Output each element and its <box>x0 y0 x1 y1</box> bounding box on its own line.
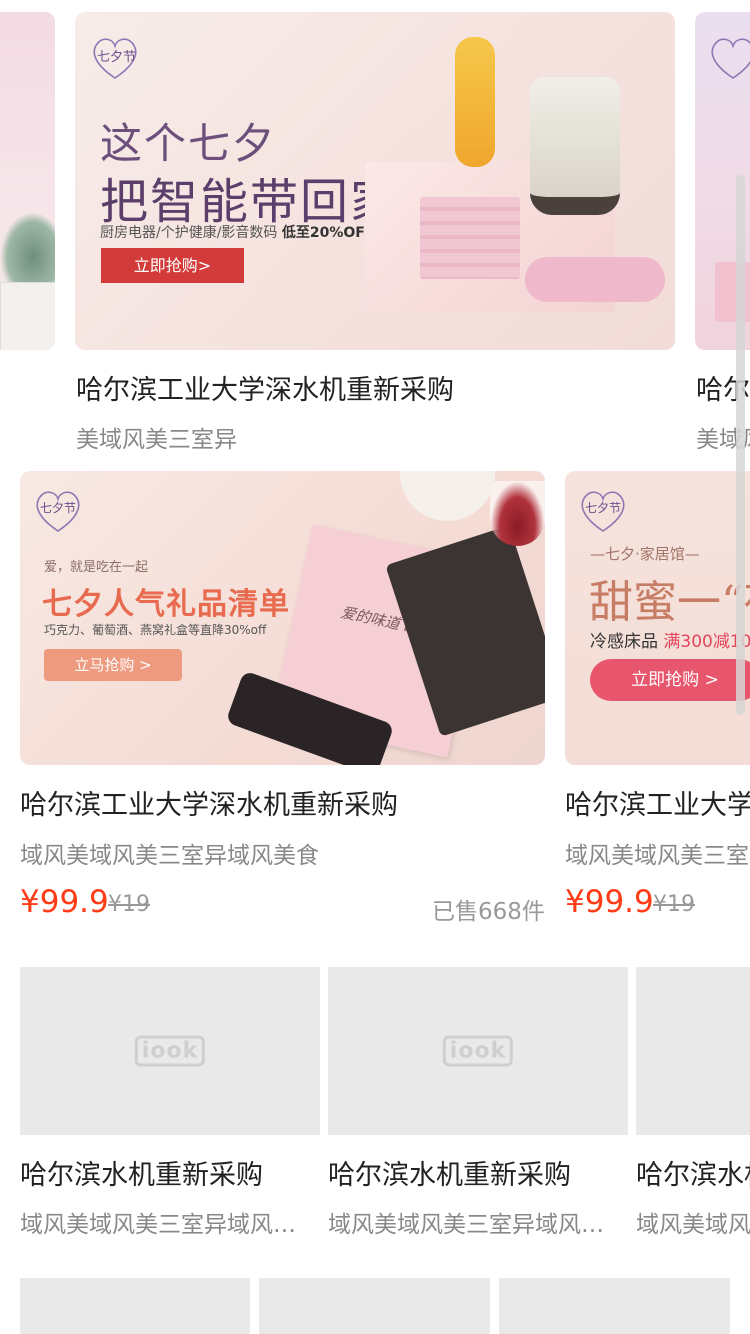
product-price: ¥99.9 <box>20 884 109 920</box>
product-image-placeholder[interactable]: iook <box>328 967 628 1135</box>
product-card-partial-left-image[interactable] <box>0 12 55 350</box>
product-subtitle: 美域风美三室异 <box>76 427 237 453</box>
kettle-decoration <box>530 77 620 215</box>
qixi-gift-list-banner[interactable]: 七夕节 爱，就是吃在一起 七夕人气礼品清单 巧克力、葡萄酒、燕窝礼盒等直降30%… <box>20 471 545 765</box>
giraffe-toy-decoration <box>455 37 495 167</box>
buy-now-button[interactable]: 立马抢购 > <box>44 649 182 681</box>
buy-now-button[interactable]: 立即抢购> <box>101 248 244 283</box>
product-title[interactable]: 哈尔滨工业大学 <box>565 783 750 822</box>
dish-decoration <box>400 471 495 521</box>
product-price: ¥99.9 <box>565 884 654 920</box>
banner-headline: 甜蜜一“夜” <box>589 577 750 628</box>
qixi-badge-text: 七夕节 <box>40 501 77 515</box>
product-subtitle: 域风美域风美三室 <box>565 843 749 869</box>
product-title[interactable]: 哈尔滨工业大学深水机重新采购 <box>76 368 454 407</box>
product-original-price: ¥19 <box>108 892 150 917</box>
qixi-badge-text: 七夕节 <box>97 50 137 65</box>
banner-tag: —七夕·家居馆— <box>590 545 700 563</box>
product-image-placeholder[interactable] <box>499 1278 730 1334</box>
product-subtitle: 域风美域风美三室异域风美食 <box>20 1212 310 1238</box>
banner-desc: 厨房电器/个护健康/影音数码 低至20%OFF <box>100 222 374 242</box>
product-image-placeholder[interactable] <box>20 1278 250 1334</box>
product-image-placeholder[interactable] <box>259 1278 490 1334</box>
placeholder-logo-icon: iook <box>442 1035 514 1067</box>
product-subtitle: 域风美域风 <box>636 1212 750 1238</box>
qixi-badge-text: 七夕节 <box>585 501 622 515</box>
hairdryer-decoration <box>525 257 665 302</box>
product-box-decoration <box>0 282 55 350</box>
product-title[interactable]: 哈尔滨水机重新采购 <box>328 1153 571 1192</box>
banner-desc-discount: 低至20%OFF <box>281 225 375 241</box>
qixi-smart-home-banner[interactable]: 七夕节 这个七夕 把智能带回家 厨房电器/个护健康/影音数码 低至20%OFF … <box>75 12 675 350</box>
banner-desc: 冷感床品 满300减100 <box>590 627 750 652</box>
vertical-scrollbar[interactable] <box>736 175 745 715</box>
banner-headline: 七夕人气礼品清单 <box>42 587 290 622</box>
placeholder-logo-icon: iook <box>134 1035 206 1067</box>
product-title[interactable]: 哈尔滨工业大学深水机重新采购 <box>20 783 398 822</box>
product-title[interactable]: 哈尔滨水机 <box>636 1153 750 1192</box>
banner-tag: 爱，就是吃在一起 <box>44 560 149 575</box>
qixi-heart-badge-icon <box>711 38 750 79</box>
banner-desc-text: 厨房电器/个护健康/影音数码 <box>100 225 278 241</box>
banner-desc-text: 冷感床品 <box>590 632 658 652</box>
banner-desc: 巧克力、葡萄酒、燕窝礼盒等直降30%off <box>44 623 267 637</box>
product-title[interactable]: 哈尔滨水机重新采购 <box>20 1153 263 1192</box>
product-subtitle: 域风美域风美三室异域风美食 <box>20 843 319 869</box>
product-image-placeholder[interactable] <box>636 967 750 1135</box>
product-original-price: ¥19 <box>653 892 695 917</box>
product-image-placeholder[interactable]: iook <box>20 967 320 1135</box>
qixi-home-banner-partial[interactable]: 七夕节 —七夕·家居馆— 甜蜜一“夜” 冷感床品 满300减100 立即抢购 > <box>565 471 750 765</box>
product-subtitle: 域风美域风美三室异域风美食 <box>328 1212 618 1238</box>
buy-now-button[interactable]: 立即抢购 > <box>590 659 750 701</box>
product-sold-count: 已售668件 <box>432 899 545 925</box>
wine-glass-decoration <box>490 481 545 546</box>
pink-box-decoration <box>420 197 520 279</box>
